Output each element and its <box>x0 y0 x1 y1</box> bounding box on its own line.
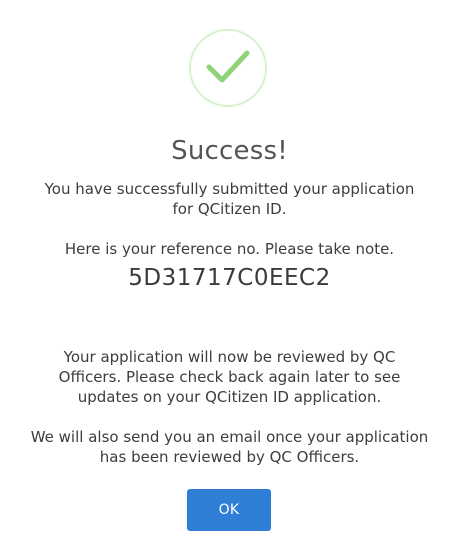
submitted-message: You have successfully submitted your app… <box>44 180 415 218</box>
email-message: We will also send you an email once your… <box>30 428 429 466</box>
ok-button[interactable]: OK <box>187 489 271 531</box>
success-check-circle <box>189 29 267 107</box>
success-dialog: Success! You have successfully submitted… <box>0 0 459 551</box>
check-icon <box>206 50 250 83</box>
dialog-title: Success! <box>171 136 288 166</box>
reference-note: Here is your reference no. Please take n… <box>64 240 395 258</box>
review-message: Your application will now be reviewed by… <box>58 348 401 406</box>
reference-number: 5D31717C0EEC2 <box>128 265 331 291</box>
